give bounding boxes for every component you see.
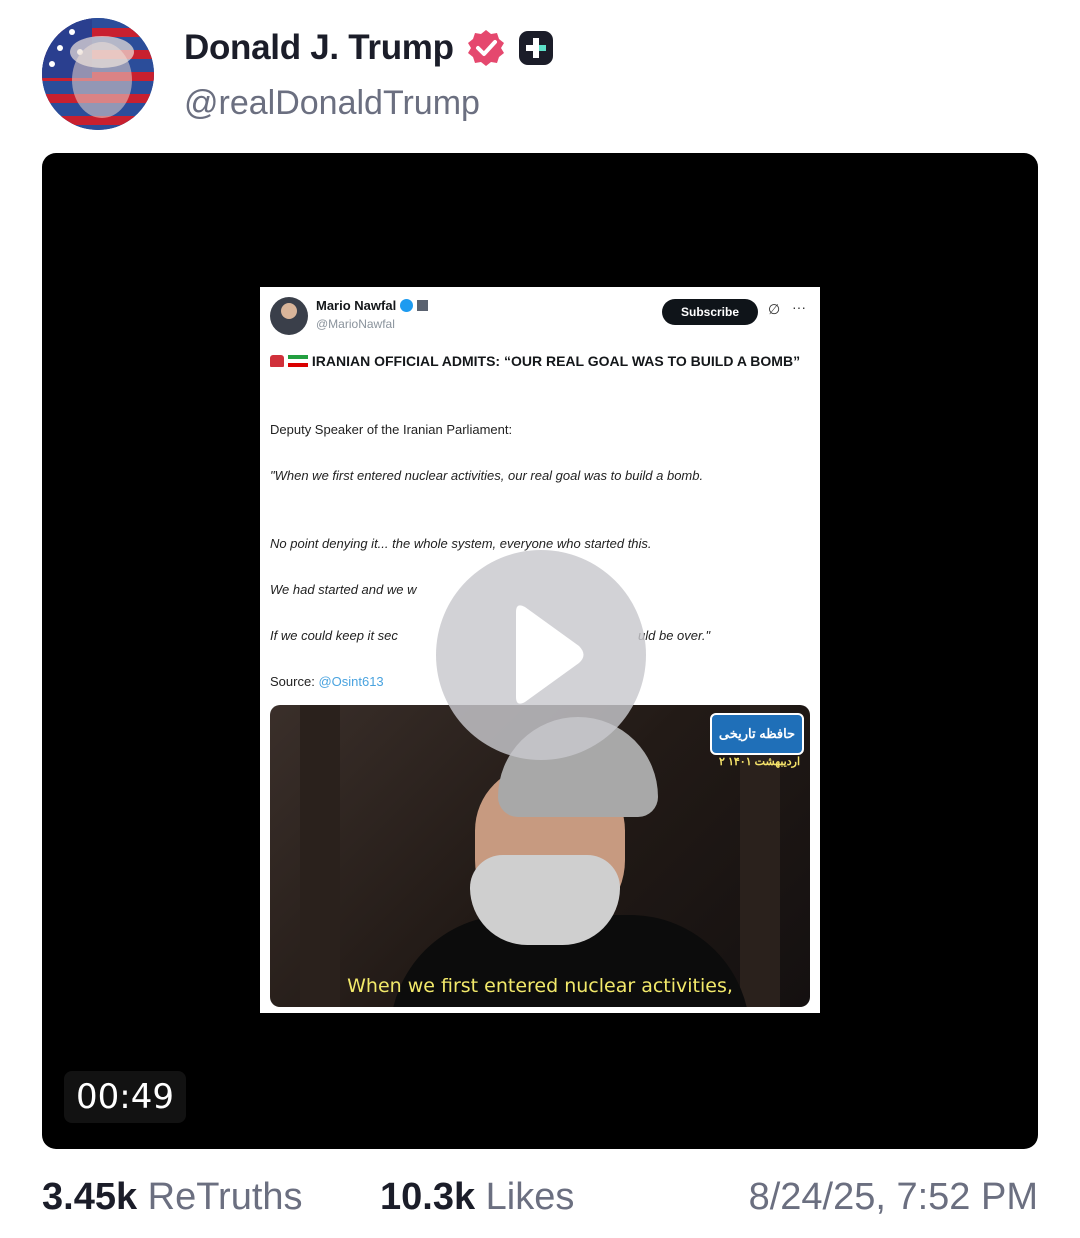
grok-icon: ∅ <box>768 301 781 317</box>
affiliate-badge-icon <box>417 300 429 311</box>
post-stats: 3.45k ReTruths 10.3k Likes 8/24/25, 7:52… <box>42 1176 1038 1226</box>
likes-stat[interactable]: 10.3k Likes <box>380 1176 574 1219</box>
embedded-author-name: Mario Nawfal <box>316 298 429 313</box>
display-name[interactable]: Donald J. Trump <box>184 28 454 68</box>
retruths-label: ReTruths <box>147 1176 303 1218</box>
iran-flag-icon <box>287 355 308 367</box>
embedded-author-avatar <box>270 297 308 335</box>
embedded-quote: uld be over." <box>638 628 711 643</box>
embedded-subscribe-button: Subscribe <box>662 299 758 325</box>
embedded-paragraph: Deputy Speaker of the Iranian Parliament… <box>270 422 513 437</box>
truth-plus-icon <box>518 31 553 65</box>
more-icon: ··· <box>792 299 806 315</box>
play-button[interactable] <box>436 550 646 760</box>
video-player[interactable]: Mario Nawfal @MarioNawfal Subscribe ∅ ··… <box>42 153 1038 1149</box>
play-icon <box>516 605 584 704</box>
likes-count: 10.3k <box>380 1176 476 1218</box>
post-header: Donald J. Trump @realDonaldTrump <box>42 18 1042 130</box>
embedded-quote: If we could keep it sec <box>270 628 398 643</box>
video-duration: 00:49 <box>64 1071 186 1123</box>
post-timestamp[interactable]: 8/24/25, 7:52 PM <box>749 1176 1038 1219</box>
channel-date: ۲ اردیبهشت ۱۴۰۱ <box>719 756 800 768</box>
avatar[interactable] <box>42 18 154 130</box>
user-handle[interactable]: @realDonaldTrump <box>184 84 480 123</box>
avatar-flag-portrait-icon <box>42 18 154 130</box>
embedded-author-handle: @MarioNawfal <box>316 317 395 331</box>
verified-badge-icon <box>467 30 504 66</box>
embedded-quote: "When we first entered nuclear activitie… <box>270 468 704 483</box>
retruths-stat[interactable]: 3.45k ReTruths <box>42 1176 303 1219</box>
retruths-count: 3.45k <box>42 1176 138 1218</box>
channel-logo: حافظه تاریخی <box>710 713 804 755</box>
blue-check-icon <box>400 299 414 312</box>
likes-label: Likes <box>485 1176 575 1218</box>
siren-emoji-icon <box>270 355 284 367</box>
embedded-headline: IRANIAN OFFICIAL ADMITS: “OUR REAL GOAL … <box>270 351 810 372</box>
video-subtitle: When we first entered nuclear activities… <box>347 975 733 997</box>
